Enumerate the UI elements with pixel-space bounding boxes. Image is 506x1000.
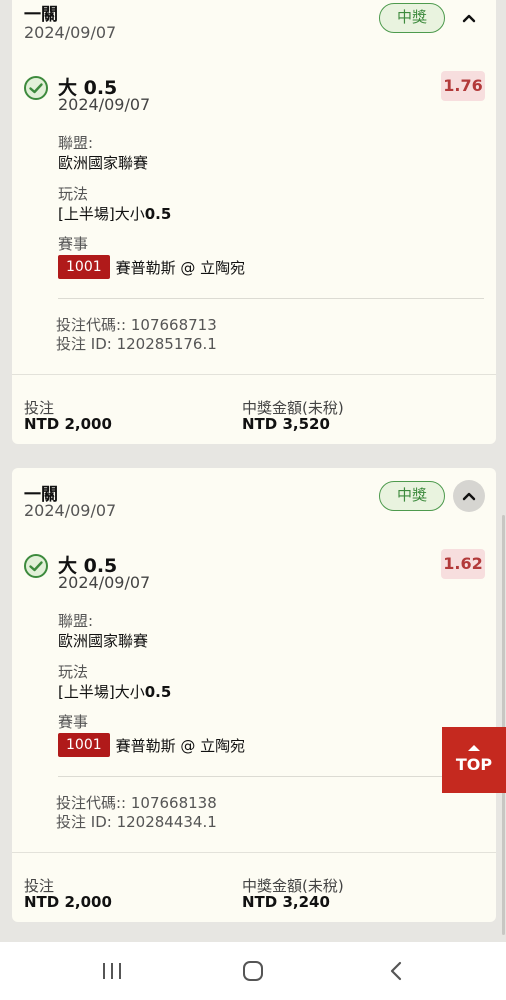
event-code-badge: 1001	[58, 255, 110, 279]
bet-card: 一關 2024/09/07 中獎 大 0.5 2024/09/07 1.62 聯…	[12, 468, 496, 922]
footer-divider	[12, 852, 496, 853]
league-label: 聯盟:	[58, 612, 94, 630]
odds-badge: 1.62	[441, 549, 485, 579]
payout-value: NTD 3,240	[242, 893, 330, 911]
bet-date: 2024/09/07	[24, 501, 117, 520]
stake-value: NTD 2,000	[24, 415, 112, 433]
event-code-badge: 1001	[58, 733, 110, 757]
scrollbar[interactable]	[502, 515, 505, 935]
play-prefix: [上半場]大小	[58, 683, 145, 701]
back-to-top-button[interactable]: TOP	[442, 727, 506, 793]
play-label: 玩法	[58, 185, 89, 203]
bet-code: 投注代碼:: 107668138	[56, 794, 217, 812]
footer-divider	[12, 374, 496, 375]
play-value: [上半場]大小0.5	[58, 681, 171, 702]
system-navigation-bar	[0, 942, 506, 1000]
bet-type-title: 一關	[24, 5, 58, 25]
bet-date: 2024/09/07	[24, 23, 117, 42]
play-line: 0.5	[144, 683, 172, 701]
league-label: 聯盟:	[58, 134, 94, 152]
collapse-button[interactable]	[453, 2, 485, 34]
event-name: 賽普勒斯 @ 立陶宛	[115, 258, 246, 277]
event-label: 賽事	[58, 713, 89, 731]
league-value: 歐洲國家聯賽	[58, 632, 149, 650]
bet-code: 投注代碼:: 107668713	[56, 316, 217, 334]
back-button[interactable]	[346, 942, 446, 1000]
bet-card: 一關 2024/09/07 中獎 大 0.5 2024/09/07 1.76 聯…	[12, 0, 496, 444]
chevron-up-icon	[462, 14, 476, 23]
divider	[58, 776, 484, 777]
play-line: 0.5	[144, 205, 172, 223]
play-prefix: [上半場]大小	[58, 205, 145, 223]
payout-value: NTD 3,520	[242, 415, 330, 433]
recent-apps-icon	[103, 963, 121, 979]
status-badge: 中獎	[379, 481, 445, 511]
play-value: [上半場]大小0.5	[58, 203, 171, 224]
divider	[58, 298, 484, 299]
back-to-top-label: TOP	[455, 755, 493, 774]
pick-date: 2024/09/07	[58, 95, 151, 114]
event-label: 賽事	[58, 235, 89, 253]
pick-date: 2024/09/07	[58, 573, 151, 592]
event-row: 1001 賽普勒斯 @ 立陶宛	[58, 733, 245, 757]
recent-apps-button[interactable]	[62, 942, 162, 1000]
collapse-button[interactable]	[453, 480, 485, 512]
bet-id: 投注 ID: 120285176.1	[56, 335, 217, 353]
back-icon	[390, 961, 402, 981]
home-icon	[243, 961, 263, 981]
league-value: 歐洲國家聯賽	[58, 154, 149, 172]
event-name: 賽普勒斯 @ 立陶宛	[115, 736, 246, 755]
event-row: 1001 賽普勒斯 @ 立陶宛	[58, 255, 245, 279]
stake-value: NTD 2,000	[24, 893, 112, 911]
bet-id: 投注 ID: 120284434.1	[56, 813, 217, 831]
odds-badge: 1.76	[441, 71, 485, 101]
check-circle-icon	[24, 554, 48, 578]
home-button[interactable]	[203, 942, 303, 1000]
status-badge: 中獎	[379, 3, 445, 33]
check-circle-icon	[24, 76, 48, 100]
chevron-up-icon	[462, 492, 476, 501]
play-label: 玩法	[58, 663, 89, 681]
arrow-up-icon	[468, 745, 480, 751]
